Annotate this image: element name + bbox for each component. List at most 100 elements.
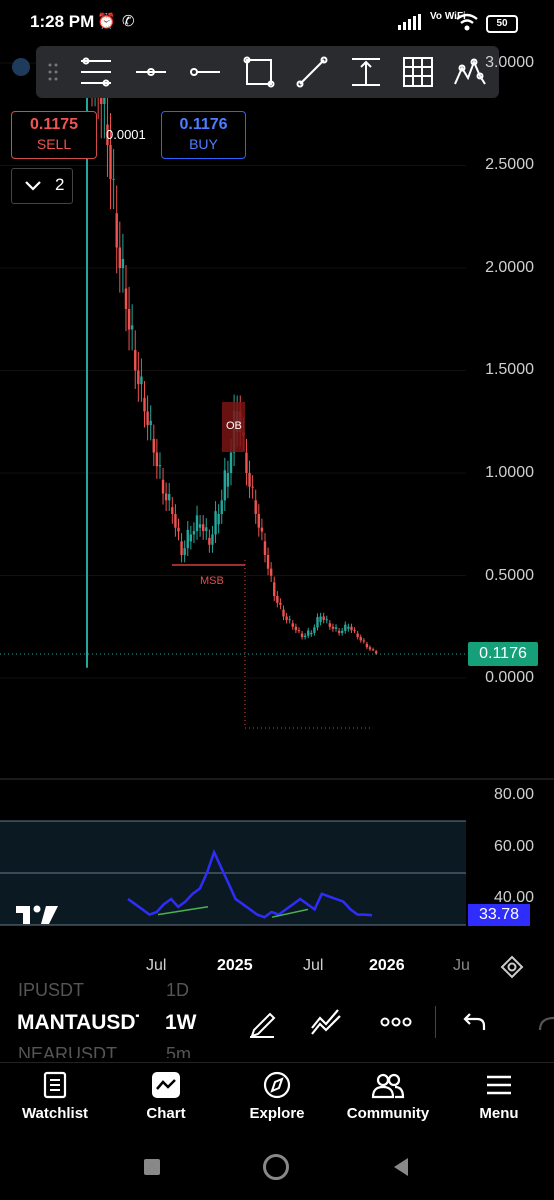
candle (374, 651, 378, 654)
grid-tool-icon[interactable] (400, 54, 436, 90)
candle (276, 596, 279, 603)
candle (288, 619, 291, 621)
draw-pencil-icon[interactable] (248, 1006, 276, 1038)
candle (266, 555, 270, 569)
system-navigation (0, 1140, 554, 1200)
next-timeframe[interactable]: 5m (166, 1044, 191, 1058)
nav-menu[interactable]: Menu (449, 1071, 549, 1122)
prev-symbol[interactable]: IPUSDT (18, 980, 84, 1001)
more-options-icon[interactable] (380, 1016, 412, 1028)
current-timeframe[interactable]: 1W (165, 1011, 197, 1035)
bottom-navigation: Watchlist Chart Explore Community Menu (0, 1062, 554, 1141)
candle (303, 635, 307, 637)
time-axis-label: 2026 (369, 957, 405, 974)
msb-label: MSB (200, 575, 224, 587)
chevron-down-icon (25, 181, 41, 191)
candle (297, 630, 301, 632)
back-button[interactable] (392, 1157, 410, 1177)
candle (229, 452, 233, 473)
candle (217, 514, 220, 525)
candle (127, 309, 131, 330)
candle (134, 350, 137, 371)
alarm-icon: ⏰ (97, 13, 116, 30)
candle (260, 527, 264, 532)
prev-timeframe[interactable]: 1D (166, 980, 189, 1001)
nav-watchlist[interactable]: Watchlist (5, 1071, 105, 1122)
candle (334, 627, 338, 629)
candle (118, 247, 121, 268)
candle (146, 411, 149, 426)
candle (279, 602, 282, 605)
nav-chart[interactable]: Chart (116, 1071, 216, 1122)
indicators-collapse-button[interactable]: 2 (11, 168, 73, 204)
clock: 1:28 PM (30, 12, 95, 31)
nav-explore[interactable]: Explore (227, 1071, 327, 1122)
pattern-tool-icon[interactable] (452, 54, 488, 90)
indicators-icon[interactable] (310, 1006, 344, 1036)
rectangle-tool-icon[interactable] (241, 54, 277, 90)
nav-label: Explore (249, 1105, 305, 1122)
candle (300, 633, 304, 637)
signal-icon (398, 14, 421, 30)
sell-price: 0.1175 (29, 116, 79, 133)
price-chart[interactable] (0, 46, 554, 986)
candle (328, 623, 332, 627)
candle (180, 541, 183, 555)
candle (365, 643, 369, 648)
candle (350, 626, 353, 631)
current-symbol[interactable]: MANTAUSDT (17, 1011, 139, 1035)
order-block-label: OB (226, 420, 242, 432)
buy-label: BUY (189, 136, 218, 152)
candle (371, 649, 375, 651)
sell-button[interactable]: 0.1175 SELL (11, 111, 97, 159)
candle (325, 619, 328, 621)
time-axis-label: Jul (146, 957, 167, 974)
candle (226, 473, 230, 487)
candle (248, 473, 251, 487)
undo-icon[interactable] (462, 1010, 488, 1034)
toolbar-divider (435, 1006, 436, 1038)
recents-button[interactable] (144, 1159, 160, 1175)
rsi-axis-label: 60.00 (493, 838, 534, 855)
candle (319, 616, 322, 622)
nav-label: Chart (146, 1105, 186, 1122)
candle (356, 633, 359, 637)
candle (121, 258, 125, 268)
spread-value: 0.0001 (106, 127, 146, 142)
candle (171, 507, 174, 514)
drag-handle-icon[interactable] (46, 54, 62, 90)
next-symbol[interactable]: NEARUSDT (18, 1044, 117, 1058)
symbol-logo (12, 58, 30, 76)
candle (362, 640, 366, 642)
symbol-selector[interactable]: IPUSDT 1D MANTAUSDT 1W NEARUSDT 5m (0, 980, 554, 1060)
indicator-count: 2 (55, 175, 65, 194)
candle (168, 494, 171, 501)
fib-retracement-tool-icon[interactable] (78, 54, 114, 90)
home-button[interactable] (263, 1154, 289, 1180)
candle (254, 500, 257, 514)
candle (337, 630, 341, 633)
trend-line-tool-icon[interactable] (294, 54, 330, 90)
candle (310, 632, 313, 635)
price-range-tool-icon[interactable] (348, 54, 384, 90)
candle (282, 609, 285, 617)
chart-settings-icon[interactable] (499, 955, 525, 979)
candle (189, 534, 193, 542)
candle (115, 213, 118, 248)
candle (174, 514, 177, 528)
nav-community[interactable]: Community (338, 1071, 438, 1122)
candle (124, 288, 128, 309)
horizontal-line-tool-icon[interactable] (187, 54, 223, 90)
candle (273, 582, 276, 596)
wifi-icon (456, 13, 478, 31)
price-axis-label: 3.0000 (485, 54, 534, 71)
chart-overlays (0, 402, 466, 729)
candle (245, 452, 248, 473)
candle (285, 616, 288, 620)
redo-icon[interactable] (536, 1016, 554, 1036)
horizontal-ray-tool-icon[interactable] (133, 54, 169, 90)
rsi-pane (0, 820, 466, 926)
buy-button[interactable]: 0.1176 BUY (161, 111, 246, 159)
candle (186, 529, 189, 549)
candle (195, 515, 199, 532)
